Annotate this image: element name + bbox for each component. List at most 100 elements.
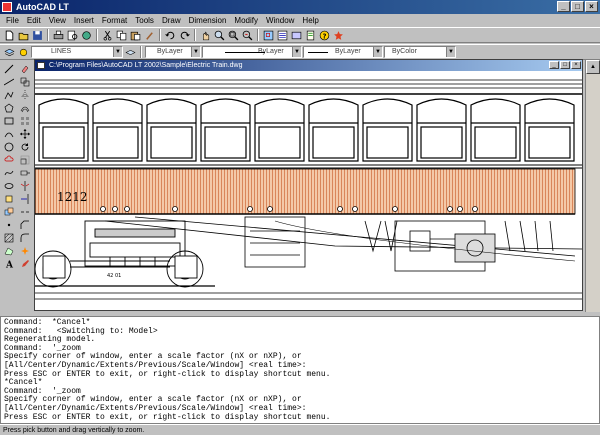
design-center-icon[interactable] [290, 29, 303, 42]
menu-window[interactable]: Window [262, 14, 298, 27]
properties-icon[interactable] [276, 29, 289, 42]
array-icon[interactable] [18, 115, 31, 127]
arc-icon[interactable] [2, 128, 15, 140]
open-icon[interactable] [17, 29, 30, 42]
plotstyle-dropdown[interactable]: ByColor ▼ [384, 46, 456, 58]
vertical-scrollbar[interactable]: ▲ [585, 60, 600, 312]
save-icon[interactable] [31, 29, 44, 42]
region-icon[interactable] [2, 245, 15, 257]
separator [96, 29, 98, 41]
make-block-icon[interactable] [2, 206, 15, 218]
menu-bar: File Edit View Insert Format Tools Draw … [0, 14, 600, 27]
aerial-view-icon[interactable] [262, 29, 275, 42]
lineweight-dropdown[interactable]: ByLayer ▼ [303, 46, 383, 58]
menu-file[interactable]: File [2, 14, 23, 27]
circle-icon[interactable] [2, 141, 15, 153]
drawing-title: C:\Program Files\AutoCAD LT 2002\Sample\… [49, 62, 243, 69]
copy-icon[interactable] [115, 29, 128, 42]
menu-insert[interactable]: Insert [70, 14, 98, 27]
paste-icon[interactable] [129, 29, 142, 42]
separator [159, 29, 161, 41]
undo-icon[interactable] [164, 29, 177, 42]
revision-cloud-icon[interactable] [2, 154, 15, 166]
print-icon[interactable] [52, 29, 65, 42]
mirror-icon[interactable] [18, 89, 31, 101]
polyline-icon[interactable] [2, 89, 15, 101]
scroll-up-icon[interactable]: ▲ [586, 60, 600, 74]
menu-edit[interactable]: Edit [23, 14, 45, 27]
insert-block-icon[interactable] [2, 193, 15, 205]
autocad-app-icon[interactable] [2, 2, 12, 12]
drawing-icon[interactable] [37, 62, 45, 69]
car-window-sash [474, 126, 517, 159]
rectangle-icon[interactable] [2, 115, 15, 127]
chevron-down-icon[interactable]: ▼ [373, 47, 382, 57]
today-icon[interactable] [332, 29, 345, 42]
zoom-realtime-icon[interactable] [213, 29, 226, 42]
layers-icon[interactable] [3, 46, 16, 59]
drawing-minimize-button[interactable]: _ [549, 61, 559, 69]
make-current-layer-icon[interactable] [124, 46, 137, 59]
move-icon[interactable] [18, 128, 31, 140]
sill-bolt [124, 206, 130, 212]
tool-palettes-icon[interactable] [304, 29, 317, 42]
fillet-icon[interactable] [18, 232, 31, 244]
drawing-restore-button[interactable]: □ [560, 61, 570, 69]
match-properties-icon[interactable] [143, 29, 156, 42]
new-icon[interactable] [3, 29, 16, 42]
line-icon[interactable] [2, 63, 15, 75]
extend-icon[interactable] [18, 193, 31, 205]
point-icon[interactable] [2, 219, 15, 231]
trim-icon[interactable] [18, 180, 31, 192]
layer-state-icon[interactable] [17, 46, 30, 59]
spline-icon[interactable] [2, 167, 15, 179]
polygon-icon[interactable] [2, 102, 15, 114]
erase-icon[interactable] [18, 63, 31, 75]
print-preview-icon[interactable] [66, 29, 79, 42]
menu-view[interactable]: View [45, 14, 70, 27]
sill-bolt [457, 206, 463, 212]
truck-label: 42 01 [107, 273, 121, 279]
close-button[interactable]: × [585, 1, 598, 12]
cut-icon[interactable] [101, 29, 114, 42]
linetype-dropdown[interactable]: ByLayer ▼ [202, 46, 302, 58]
car-window-sash [258, 126, 301, 159]
publish-icon[interactable] [80, 29, 93, 42]
chevron-down-icon[interactable]: ▼ [446, 47, 455, 57]
chevron-down-icon[interactable]: ▼ [113, 47, 122, 57]
menu-tools[interactable]: Tools [131, 14, 158, 27]
chevron-down-icon[interactable]: ▼ [292, 47, 301, 57]
pan-realtime-icon[interactable] [199, 29, 212, 42]
menu-modify[interactable]: Modify [230, 14, 262, 27]
layer-dropdown[interactable]: LINES ▼ [31, 46, 123, 58]
zoom-previous-icon[interactable] [241, 29, 254, 42]
command-window[interactable]: Command: *Cancel* Command: <Switching to:… [0, 316, 600, 424]
chamfer-icon[interactable] [18, 219, 31, 231]
menu-help[interactable]: Help [298, 14, 322, 27]
chevron-down-icon[interactable]: ▼ [191, 47, 200, 57]
offset-icon[interactable] [18, 102, 31, 114]
maximize-button[interactable]: □ [571, 1, 584, 12]
layer-value: LINES [51, 48, 72, 55]
construction-line-icon[interactable] [2, 76, 15, 88]
minimize-button[interactable]: _ [557, 1, 570, 12]
pencil-icon[interactable] [18, 258, 31, 270]
break-icon[interactable] [18, 206, 31, 218]
menu-format[interactable]: Format [98, 14, 131, 27]
zoom-window-icon[interactable] [227, 29, 240, 42]
menu-draw[interactable]: Draw [158, 14, 185, 27]
menu-dimension[interactable]: Dimension [185, 14, 231, 27]
explode-icon[interactable] [18, 245, 31, 257]
drawing-close-button[interactable]: × [571, 61, 581, 69]
drawing-canvas[interactable]: 1212 42 01 [35, 71, 582, 310]
redo-icon[interactable] [178, 29, 191, 42]
hatch-icon[interactable] [2, 232, 15, 244]
scale-icon[interactable] [18, 154, 31, 166]
copy-object-icon[interactable] [18, 76, 31, 88]
ellipse-icon[interactable] [2, 180, 15, 192]
rotate-icon[interactable] [18, 141, 31, 153]
stretch-icon[interactable] [18, 167, 31, 179]
help-icon[interactable]: ? [318, 29, 331, 42]
multiline-text-icon[interactable]: A [2, 258, 15, 270]
color-dropdown[interactable]: ByLayer ▼ [145, 46, 201, 58]
